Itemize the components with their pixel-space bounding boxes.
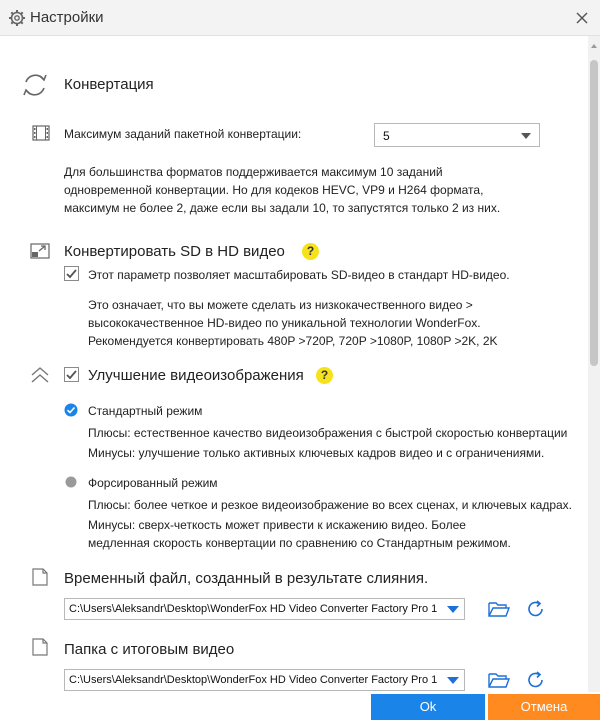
close-icon[interactable]	[570, 6, 594, 30]
chevron-down-icon	[447, 677, 459, 684]
standard-cons: Минусы: улучшение только активных ключев…	[88, 446, 545, 460]
film-icon	[32, 125, 50, 141]
scroll-up-icon[interactable]	[591, 44, 597, 48]
output-folder-title: Папка с итоговым видео	[64, 641, 235, 658]
output-folder-path-select[interactable]: C:\Users\Aleksandr\Desktop\WonderFox HD …	[64, 669, 465, 691]
radio-forced[interactable]	[64, 475, 78, 489]
checkmark-icon	[66, 370, 77, 380]
enhancement-checkbox[interactable]	[64, 367, 79, 382]
enhancement-help-icon[interactable]: ?	[316, 367, 333, 384]
scrollbar[interactable]	[588, 36, 600, 692]
temp-file-title: Временный файл, созданный в результате с…	[64, 570, 429, 587]
forced-pros: Плюсы: более четкое и резкое видеоизобра…	[88, 498, 573, 512]
enhancement-title: Улучшение видеоизображения	[88, 367, 304, 384]
radio-standard-selected[interactable]	[64, 403, 78, 417]
standard-pros: Плюсы: естественное качество видеоизобра…	[88, 426, 568, 440]
window-title: Настройки	[30, 9, 104, 26]
forced-mode-label[interactable]: Форсированный режим	[88, 476, 218, 490]
chevron-down-icon	[447, 606, 459, 613]
gear-icon	[9, 10, 25, 26]
document-icon	[32, 638, 48, 656]
conversion-title: Конвертация	[64, 76, 154, 93]
sd-hd-checkbox-label: Этот параметр позволяет масштабировать S…	[88, 268, 510, 282]
sd-hd-title: Конвертировать SD в HD видео	[64, 243, 285, 260]
temp-file-path: C:\Users\Aleksandr\Desktop\WonderFox HD …	[69, 603, 437, 615]
refresh-path-icon[interactable]	[525, 669, 547, 691]
checkmark-icon	[66, 269, 77, 279]
forced-cons: Минусы: сверх-четкость может привести к …	[88, 518, 511, 550]
sd-hd-help-icon[interactable]: ?	[302, 243, 319, 260]
scrollbar-thumb[interactable]	[590, 60, 598, 366]
conversion-description: Для большинства форматов поддерживается …	[64, 165, 501, 215]
cancel-button[interactable]: Отмена	[488, 694, 600, 720]
temp-file-path-select[interactable]: C:\Users\Aleksandr\Desktop\WonderFox HD …	[64, 598, 465, 620]
standard-mode-label[interactable]: Стандартный режим	[88, 404, 202, 418]
upscale-icon	[30, 243, 50, 259]
max-tasks-label: Максимум заданий пакетной конвертации:	[64, 127, 302, 141]
ok-button[interactable]: Ok	[371, 694, 485, 720]
max-tasks-value: 5	[383, 129, 390, 143]
title-bar: Настройки	[0, 0, 600, 36]
max-tasks-select[interactable]: 5	[374, 123, 540, 147]
open-folder-icon[interactable]	[487, 599, 511, 619]
sd-hd-checkbox[interactable]	[64, 266, 79, 281]
chevron-down-icon	[521, 133, 531, 139]
document-icon	[32, 568, 48, 586]
sd-hd-description: Это означает, что вы можете сделать из н…	[88, 298, 498, 348]
open-folder-icon[interactable]	[487, 670, 511, 690]
refresh-icon	[23, 74, 47, 96]
output-folder-path: C:\Users\Aleksandr\Desktop\WonderFox HD …	[69, 674, 437, 686]
refresh-path-icon[interactable]	[525, 598, 547, 620]
double-chevron-up-icon[interactable]	[30, 366, 50, 384]
